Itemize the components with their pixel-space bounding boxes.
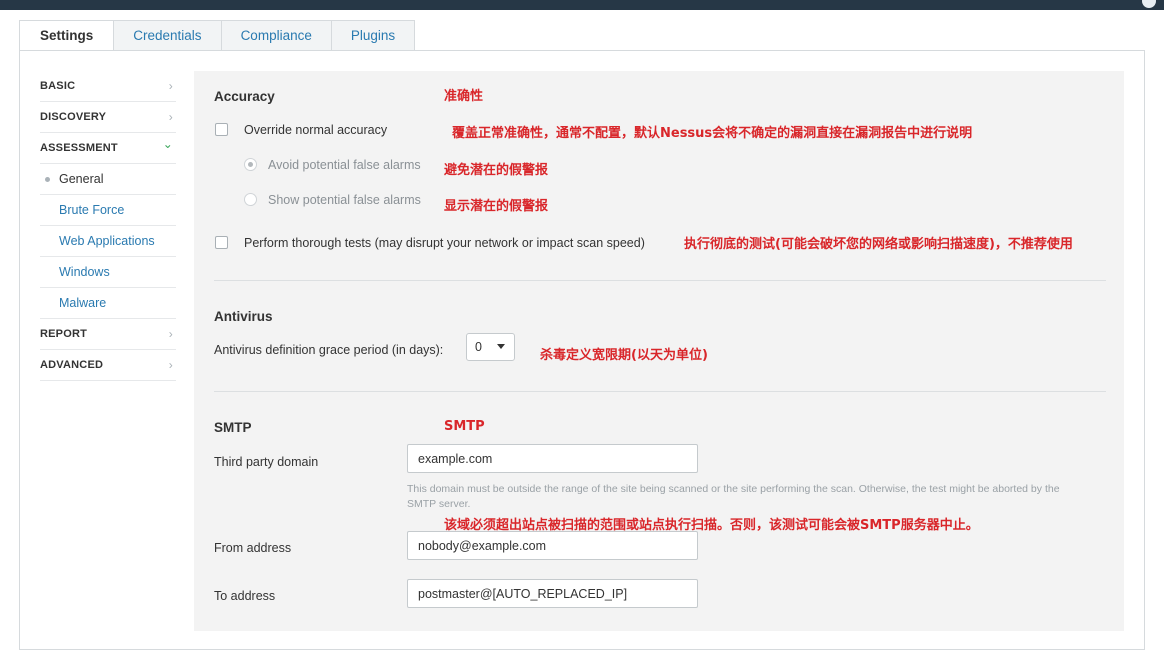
sidebar-item-general[interactable]: General [40,164,176,195]
caret-down-icon [497,344,505,349]
annotation-smtp: SMTP [444,419,485,434]
user-avatar-icon[interactable] [1142,0,1156,8]
sidebar-item-basic[interactable]: BASIC › [40,71,176,102]
annotation-accuracy: 准确性 [444,89,484,104]
sidebar-item-label: ADVANCED [40,359,104,371]
show-false-alarms-radio[interactable] [244,193,257,206]
annotation-antivirus: 杀毒定义宽限期(以天为单位) [540,348,708,363]
chevron-right-icon: › [168,110,173,124]
chevron-right-icon: › [168,358,173,372]
sidebar-item-label: General [59,172,104,186]
sidebar-item-label: ASSESSMENT [40,142,118,154]
show-false-alarms-label: Show potential false alarms [268,193,421,207]
settings-sidebar: BASIC › DISCOVERY › ASSESSMENT ⌄ General… [40,71,176,381]
grace-period-value: 0 [475,340,482,354]
tab-credentials[interactable]: Credentials [114,20,222,51]
sidebar-item-windows[interactable]: Windows [40,257,176,288]
sidebar-item-web-applications[interactable]: Web Applications [40,226,176,257]
sidebar-item-assessment[interactable]: ASSESSMENT ⌄ [40,133,176,164]
chevron-right-icon: › [168,79,173,93]
antivirus-title: Antivirus [214,309,273,324]
accuracy-title: Accuracy [214,89,275,104]
third-party-domain-help: This domain must be outside the range of… [407,483,1060,510]
thorough-tests-label: Perform thorough tests (may disrupt your… [244,236,645,250]
sidebar-item-label: BASIC [40,80,76,92]
override-accuracy-checkbox[interactable] [215,123,228,136]
annotation-thorough: 执行彻底的测试(可能会破坏您的网络或影响扫描速度)，不推荐使用 [684,237,1073,252]
tab-settings[interactable]: Settings [19,20,115,51]
grace-period-label: Antivirus definition grace period (in da… [214,343,444,357]
top-bar [0,0,1164,10]
current-item-dot-icon [45,177,50,182]
avoid-false-alarms-radio[interactable] [244,158,257,171]
third-party-domain-input[interactable] [407,444,698,473]
tab-plugins[interactable]: Plugins [331,20,416,51]
from-address-label: From address [214,541,292,555]
scan-tabs: Settings Credentials Compliance Plugins [19,20,416,51]
sidebar-item-malware[interactable]: Malware [40,288,176,319]
section-divider [214,391,1106,392]
sidebar-item-advanced[interactable]: ADVANCED › [40,350,176,381]
sidebar-item-report[interactable]: REPORT › [40,319,176,350]
annotation-avoid: 避免潜在的假警报 [444,163,549,178]
annotation-show: 显示潜在的假警报 [444,199,549,214]
avoid-false-alarms-label: Avoid potential false alarms [268,158,421,172]
chevron-down-icon: ⌄ [162,137,173,151]
to-address-input[interactable] [407,579,698,608]
section-divider [214,280,1106,281]
thorough-tests-checkbox[interactable] [215,236,228,249]
sidebar-item-discovery[interactable]: DISCOVERY › [40,102,176,133]
grace-period-select[interactable]: 0 [466,333,515,361]
sidebar-item-brute-force[interactable]: Brute Force [40,195,176,226]
override-accuracy-label: Override normal accuracy [244,123,388,137]
annotation-override: 覆盖正常准确性，通常不配置，默认Nessus会将不确定的漏洞直接在漏洞报告中进行… [452,126,973,141]
third-party-domain-label: Third party domain [214,455,319,469]
sidebar-item-label: REPORT [40,328,88,340]
sidebar-item-label: DISCOVERY [40,111,107,123]
chevron-right-icon: › [168,327,173,341]
tab-compliance[interactable]: Compliance [221,20,332,51]
to-address-label: To address [214,589,276,603]
smtp-title: SMTP [214,420,252,435]
from-address-input[interactable] [407,531,698,560]
